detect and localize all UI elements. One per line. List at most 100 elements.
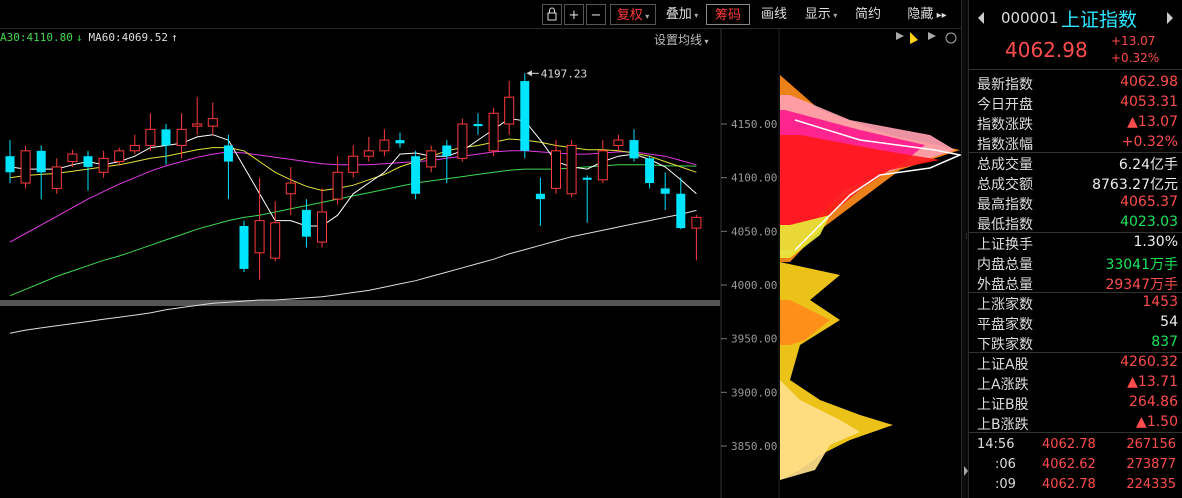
chip-play-icon — [896, 32, 904, 40]
candle-body — [332, 171, 343, 200]
axis-tick-label: 3950.00 — [731, 333, 777, 346]
candle-body — [223, 145, 233, 162]
candle-body — [691, 216, 702, 229]
stat-label: 下跌家数 — [977, 337, 1033, 353]
stat-value: 8763.27亿元 — [1092, 177, 1178, 193]
axis-tick-label: 3850.00 — [731, 440, 777, 453]
stat-label: 最低指数 — [977, 217, 1033, 233]
candle-body — [629, 140, 639, 159]
stat-label: 总成交量 — [977, 157, 1033, 173]
candle-body — [379, 139, 390, 152]
stat-row: 上证换手 1.30% — [969, 233, 1182, 253]
stat-label: 指数涨跌 — [977, 117, 1033, 133]
chip-mode-icon — [928, 32, 936, 40]
candle-body — [676, 193, 686, 229]
candle-body — [442, 145, 452, 157]
candle-body — [192, 123, 203, 127]
panel-splitter[interactable]: ⋮ — [961, 0, 970, 498]
candle-body — [520, 81, 530, 151]
prev-stock-icon[interactable] — [978, 12, 984, 24]
candlestick-chart: 4150.00 4100.00 4050.00 4000.00 3950.00 3900.… — [0, 29, 961, 498]
tick-time: :06 — [995, 457, 1016, 472]
candle-body — [348, 155, 359, 173]
gear-icon — [945, 32, 957, 44]
ma30-line — [9, 164, 697, 297]
stat-row: 内盘总量 33041万手 — [969, 253, 1182, 273]
axis-tick-label: 4000.00 — [731, 279, 777, 292]
stat-label: 上B涨跌 — [977, 417, 1029, 433]
axis-tick-label: 4100.00 — [731, 172, 777, 185]
stat-value: 4062.98 — [1120, 74, 1178, 90]
tick-row: :06 4062.62 273877 — [969, 456, 1182, 476]
next-stock-icon[interactable] — [1167, 12, 1173, 24]
expand-arrow-icon — [964, 466, 968, 476]
candle-body — [645, 158, 655, 184]
candle-body — [582, 177, 592, 180]
candle-body — [566, 144, 577, 195]
candle-body — [51, 166, 62, 189]
candle-body — [83, 156, 93, 167]
candle-body — [426, 150, 437, 168]
stat-row: 外盘总量 29347万手 — [969, 273, 1182, 293]
tick-time: 14:56 — [977, 437, 1015, 452]
stat-row: 下跌家数 837 — [969, 333, 1182, 353]
stat-value: 1.30% — [1133, 234, 1178, 250]
stat-row: 最低指数 4023.03 — [969, 213, 1182, 233]
stat-value: 33041万手 — [1105, 257, 1178, 273]
candle-body — [5, 156, 15, 173]
tick-volume: 267156 — [1126, 437, 1176, 452]
stat-value: 6.24亿手 — [1118, 157, 1178, 173]
peak-label: 4197.23 — [541, 67, 587, 80]
stat-row: 最高指数 4065.37 — [969, 193, 1182, 213]
stat-value: +0.32% — [1121, 134, 1178, 150]
stat-value: ▲13.07 — [1127, 114, 1178, 130]
stat-row: 指数涨跌 ▲13.07 — [969, 113, 1182, 133]
stat-row: 总成交量 6.24亿手 — [969, 153, 1182, 173]
candle-body — [317, 211, 327, 243]
stat-row: 上证B股 264.86 — [969, 393, 1182, 413]
stat-value: 1453 — [1142, 294, 1178, 310]
stock-change: +13.07 — [1111, 34, 1156, 48]
stat-label: 外盘总量 — [977, 277, 1033, 293]
candle-body — [36, 150, 46, 173]
axis-tick-label: 4050.00 — [731, 225, 777, 238]
stat-row: 今日开盘 4053.31 — [969, 93, 1182, 113]
stat-label: 上证换手 — [977, 237, 1033, 253]
stat-row: 上证A股 4260.32 — [969, 353, 1182, 373]
candle-body — [395, 140, 405, 144]
tick-price: 4062.62 — [1042, 457, 1096, 472]
stat-label: 上证B股 — [977, 397, 1029, 413]
stock-change-pct: +0.32% — [1111, 51, 1160, 65]
stat-value: 4023.03 — [1120, 214, 1178, 230]
tick-volume: 273877 — [1126, 457, 1176, 472]
tick-price: 4062.78 — [1042, 437, 1096, 452]
candle-body — [176, 128, 187, 146]
chip-flag-icon — [910, 32, 918, 44]
candle-body — [285, 182, 296, 195]
ma60-line — [9, 209, 697, 334]
stat-label: 上A涨跌 — [977, 377, 1029, 393]
stat-value: 837 — [1151, 334, 1178, 350]
stat-label: 上证A股 — [977, 357, 1029, 373]
separator — [969, 432, 1182, 433]
candle-body — [270, 222, 281, 259]
candle-body — [129, 144, 140, 152]
tick-row: :09 4062.78 224335 — [969, 476, 1182, 496]
candle-body — [254, 220, 265, 254]
candle-body — [411, 156, 421, 194]
axis-tick-label: 4150.00 — [731, 118, 777, 131]
candle-body — [20, 150, 31, 184]
candle-body — [457, 123, 468, 159]
kline-panel: + − 复权 ▾ 叠加 ▾ 筹码 画线 显示 ▾ 简约 隐藏 ▸▸ A30:41… — [0, 0, 961, 498]
peak-arrow-icon — [526, 70, 532, 77]
candle-body — [67, 153, 78, 163]
stat-label: 内盘总量 — [977, 257, 1033, 273]
candle-body — [363, 150, 374, 157]
candle-body — [488, 112, 499, 152]
stat-row: 最新指数 4062.98 — [969, 73, 1182, 93]
stat-value: 4065.37 — [1120, 194, 1178, 210]
stat-row: 平盘家数 54 — [969, 313, 1182, 333]
candle-body — [301, 209, 311, 237]
candle-body — [473, 124, 483, 127]
candle-body — [114, 150, 125, 163]
